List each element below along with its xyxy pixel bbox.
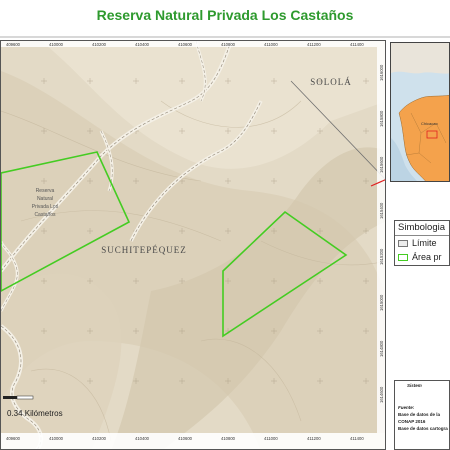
- right-tick-band: [377, 47, 385, 433]
- coordinate-tick-label: 411200: [307, 436, 321, 441]
- locator-inset-map[interactable]: Chicacao: [390, 42, 450, 182]
- legend: Simbologia Límite Área pr: [394, 220, 450, 266]
- coordinate-tick-label: 410800: [221, 42, 236, 47]
- coordinate-tick-label: 1615000: [379, 294, 384, 311]
- coordinate-tick-label: 411000: [264, 42, 278, 47]
- legend-title: Simbologia: [398, 222, 445, 233]
- coordinate-tick-label: 410600: [178, 436, 193, 441]
- coordinate-tick-label: 410200: [92, 436, 107, 441]
- source-line: Base de datos de la: [398, 412, 441, 417]
- coordinate-tick-label: 410800: [221, 436, 236, 441]
- bottom-tick-labels: 409600 410000 410200 410400 410600 410800 4110…: [6, 436, 364, 441]
- coordinate-tick-label: 410200: [92, 42, 107, 47]
- svg-text:Natural: Natural: [37, 196, 53, 202]
- boundary-swatch: [398, 240, 408, 247]
- coordinate-tick-label: 411200: [307, 42, 321, 47]
- coordinate-tick-label: 409600: [6, 436, 21, 441]
- coordinate-tick-label: 1615600: [379, 156, 384, 173]
- legend-item-boundary: Límite: [398, 238, 450, 250]
- coordinate-tick-label: 410400: [135, 42, 150, 47]
- coordinate-tick-label: 1615400: [379, 202, 384, 219]
- scale-label: 0.34 Kilómetros: [7, 409, 63, 418]
- map-title: Reserva Natural Privada Los Castaños: [96, 7, 354, 23]
- coordinate-tick-label: 1615200: [379, 248, 384, 265]
- legend-item-label: Área pr: [412, 252, 442, 262]
- inset-canvas: Chicacao: [391, 43, 449, 181]
- region-label-solola: SOLOLÁ: [310, 77, 352, 87]
- coordinate-tick-label: 411000: [264, 436, 278, 441]
- inset-land-north: [391, 43, 449, 74]
- coordinate-tick-label: 411400: [350, 42, 364, 47]
- top-tick-labels: 409600 410000 410200 410400 410600 410800 4110…: [6, 42, 364, 47]
- coordinate-tick-label: 410600: [178, 42, 193, 47]
- coordinate-tick-label: 410000: [49, 42, 64, 47]
- legend-header: Simbologia: [395, 221, 449, 236]
- coordinate-tick-label: 1614600: [379, 386, 384, 403]
- source-panel: Sistem Fuente: Base de datos de la CONAP…: [394, 380, 450, 450]
- svg-text:Reserva: Reserva: [36, 188, 55, 194]
- coordinate-tick-label: 1614800: [379, 340, 384, 357]
- coordinate-tick-label: 411400: [350, 436, 364, 441]
- legend-item-protected-area: Área pr: [398, 252, 450, 264]
- svg-text:Castaños: Castaños: [34, 212, 56, 218]
- coordinate-tick-label: 409600: [6, 42, 21, 47]
- region-label-suchitepequez: SUCHITEPÉQUEZ: [101, 245, 187, 255]
- source-line: CONAP 2016: [398, 419, 426, 424]
- coordinate-tick-label: 1616000: [379, 64, 384, 81]
- source-line: Base de datos cartogra: [398, 426, 448, 431]
- title-bar: Reserva Natural Privada Los Castaños: [0, 0, 450, 38]
- legend-item-label: Límite: [412, 238, 437, 248]
- coordinate-tick-label: 410400: [135, 436, 150, 441]
- protected-area-swatch: [398, 254, 408, 261]
- source-heading: Fuente:: [398, 405, 415, 410]
- svg-text:Privada Los: Privada Los: [32, 204, 59, 210]
- coordinate-tick-label: 1615800: [379, 110, 384, 127]
- coordinate-tick-label: 410000: [49, 436, 64, 441]
- coordinate-system-label: Sistem: [407, 383, 422, 388]
- map-canvas: SOLOLÁ SUCHITEPÉQUEZ Reserva Natural Pri…: [1, 41, 385, 449]
- main-map[interactable]: SOLOLÁ SUCHITEPÉQUEZ Reserva Natural Pri…: [0, 40, 386, 450]
- inset-place-label: Chicacao: [421, 121, 438, 126]
